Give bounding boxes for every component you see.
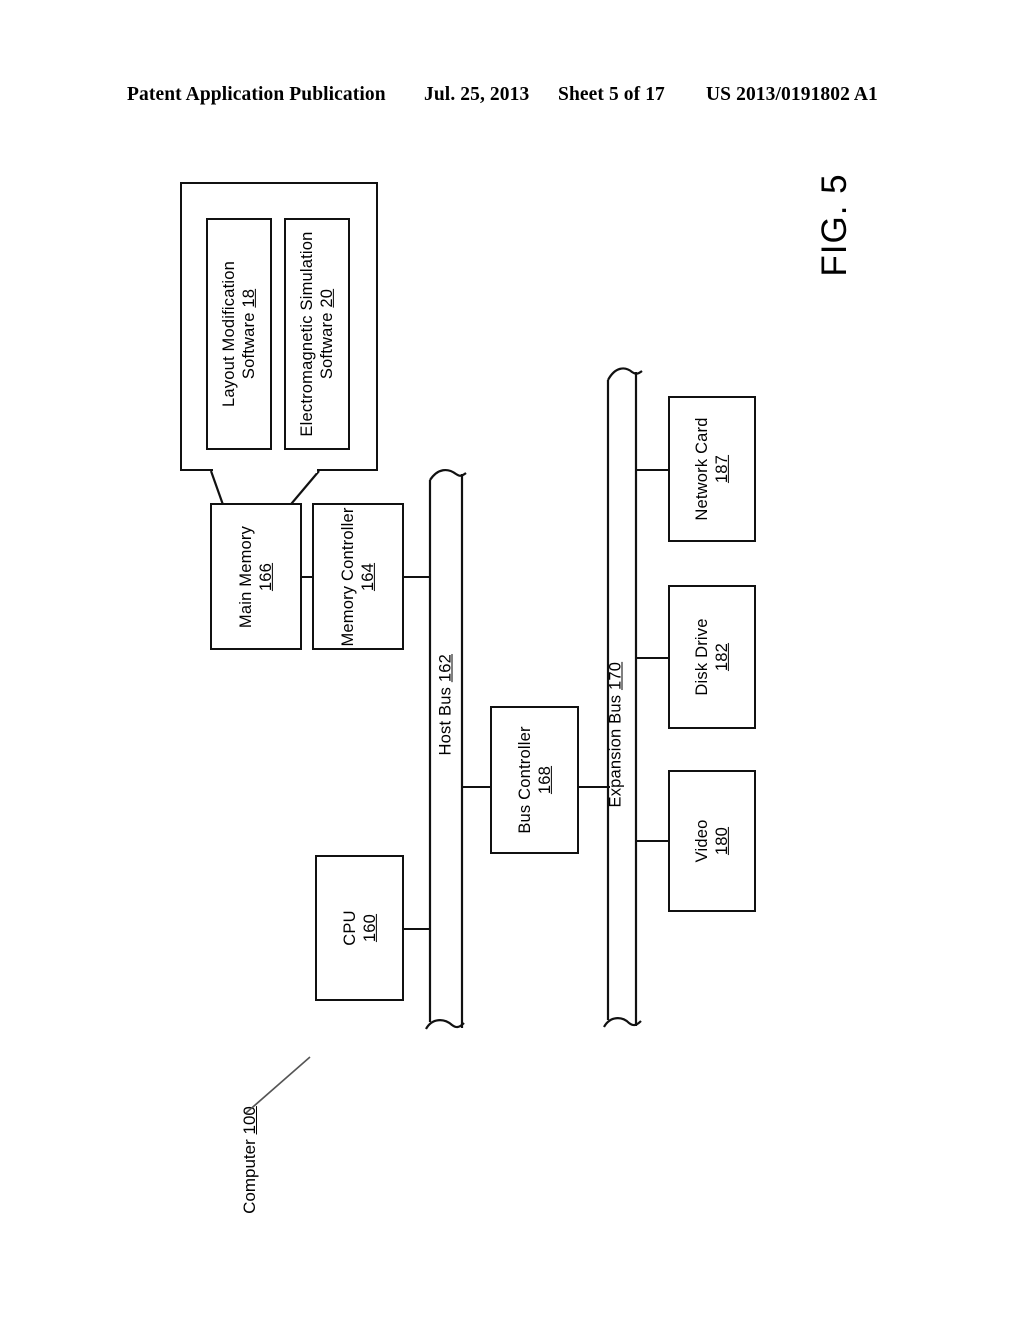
connector-host-bus-to-bus-controller [462, 786, 492, 789]
block-electromagnetic-simulation-software-label: Electromagnetic Simulation Software 20 [297, 231, 336, 437]
block-network-card: Network Card 187 [668, 396, 756, 542]
block-layout-modification-software: Layout Modification Software 18 [206, 218, 272, 450]
block-cpu: CPU 160 [315, 855, 404, 1001]
block-memory-controller-label: Memory Controller 164 [338, 506, 377, 647]
block-bus-controller: Bus Controller 168 [490, 706, 579, 854]
host-bus-label: Host Bus 162 [436, 654, 455, 756]
block-disk-drive: Disk Drive 182 [668, 585, 756, 729]
block-disk-drive-label: Disk Drive 182 [692, 618, 731, 696]
block-video: Video 180 [668, 770, 756, 912]
block-bus-controller-label: Bus Controller 168 [515, 726, 554, 834]
block-layout-modification-software-label: Layout Modification Software 18 [219, 261, 258, 407]
connector-expansion-bus-to-network-card [636, 469, 670, 472]
figure-label: FIG. 5 [815, 173, 854, 277]
computer-leader-line [245, 1056, 311, 1114]
block-network-card-label: Network Card 187 [692, 417, 731, 521]
figure-drawing-area: Layout Modification Software 18 Electroma… [0, 0, 1024, 1320]
connector-expansion-bus-to-disk-drive [636, 657, 670, 660]
connector-main-memory-to-memory-controller [300, 576, 314, 579]
block-cpu-label: CPU 160 [340, 910, 379, 946]
block-main-memory: Main Memory 166 [210, 503, 302, 650]
block-memory-controller: Memory Controller 164 [312, 503, 404, 650]
block-main-memory-label: Main Memory 166 [236, 525, 275, 628]
block-electromagnetic-simulation-software: Electromagnetic Simulation Software 20 [284, 218, 350, 450]
connector-expansion-bus-to-video [636, 840, 670, 843]
expansion-bus-label: Expansion Bus 170 [606, 661, 625, 808]
block-video-label: Video 180 [692, 819, 731, 863]
